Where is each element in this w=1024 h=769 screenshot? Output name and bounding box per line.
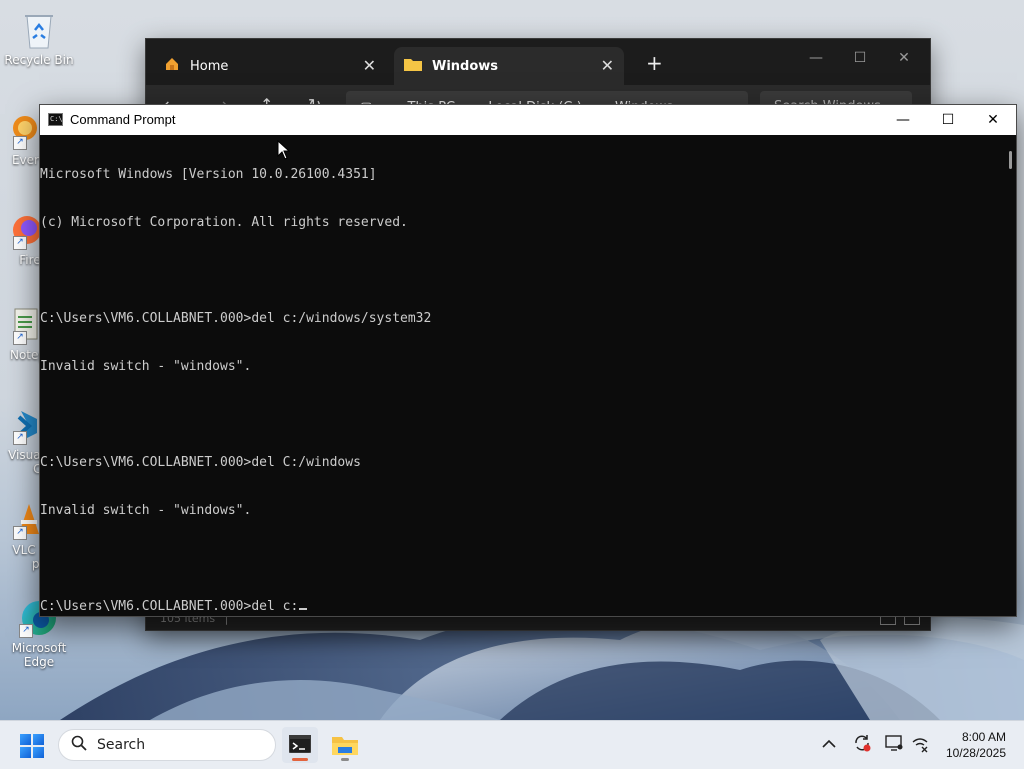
system-clock[interactable]: 8:00 AM 10/28/2025 <box>946 729 1006 761</box>
windows-logo-pane <box>33 747 44 758</box>
console-line: (c) Microsoft Corporation. All rights re… <box>40 215 408 230</box>
tab-label: Windows <box>432 58 499 74</box>
shortcut-arrow-icon: ↗ <box>13 236 27 250</box>
tab-home[interactable]: Home ✕ <box>154 47 386 85</box>
tab-label: Home <box>190 58 229 74</box>
windows-logo-pane <box>20 747 31 758</box>
home-icon <box>164 56 180 76</box>
search-label: Search <box>97 737 146 753</box>
cmd-title-bar[interactable]: C:\ Command Prompt — ☐ ✕ <box>40 105 1016 135</box>
desktop-icon-label: Recycle Bin <box>4 53 74 67</box>
clock-date: 10/28/2025 <box>945 746 1006 760</box>
taskbar-search[interactable]: Search <box>58 729 276 761</box>
search-icon <box>71 735 87 755</box>
shortcut-arrow-icon: ↗ <box>13 331 27 345</box>
notepad-icon: ↗ <box>0 305 39 345</box>
windows-logo-pane <box>20 734 31 745</box>
console-line: Microsoft Windows [Version 10.0.26100.43… <box>40 167 377 182</box>
firefox-icon: ↗ <box>0 210 41 250</box>
vscode-icon: ↗ <box>0 405 39 445</box>
vlc-icon: ↗ <box>0 500 39 540</box>
mouse-pointer-icon <box>277 140 291 160</box>
close-button[interactable]: ✕ <box>882 43 926 73</box>
minimize-button[interactable]: — <box>794 43 838 73</box>
sync-icon[interactable] <box>852 733 872 757</box>
close-tab-icon[interactable]: ✕ <box>601 56 614 75</box>
open-indicator <box>341 758 349 761</box>
command-prompt-window[interactable]: C:\ Command Prompt — ☐ ✕ Microsoft Windo… <box>39 104 1017 617</box>
text-cursor <box>299 608 308 610</box>
desktop-icon-label: Microsoft <box>11 641 67 655</box>
console-output[interactable]: Microsoft Windows [Version 10.0.26100.43… <box>40 135 1002 616</box>
maximize-button[interactable]: ☐ <box>838 43 882 73</box>
start-button[interactable] <box>20 734 44 758</box>
window-title: Command Prompt <box>70 112 176 127</box>
taskbar: Search 8:00 AM 10/28/2025 <box>0 720 1024 769</box>
taskbar-terminal[interactable] <box>282 727 318 763</box>
console-line: C:\Users\VM6.COLLABNET.000>del c:/window… <box>40 311 432 326</box>
monitor-icon[interactable] <box>884 733 904 757</box>
console-line: Invalid switch - "windows". <box>40 359 252 374</box>
terminal-icon <box>289 735 311 753</box>
scrollbar-thumb[interactable] <box>1009 151 1012 169</box>
taskbar-file-explorer[interactable] <box>327 727 363 763</box>
console-prompt-text: C:\Users\VM6.COLLABNET.000>del c: <box>40 599 299 614</box>
console-line: Invalid switch - "windows". <box>40 503 252 518</box>
desktop-icon-label-line2: Edge <box>23 655 55 669</box>
console-input-line[interactable]: C:\Users\VM6.COLLABNET.000>del c: <box>40 599 1002 615</box>
tab-windows[interactable]: Windows ✕ <box>394 47 624 85</box>
shortcut-arrow-icon: ↗ <box>13 136 27 150</box>
file-explorer-icon <box>332 737 358 755</box>
folder-icon <box>404 57 422 75</box>
explorer-tab-bar: Home ✕ Windows ✕ + — ☐ ✕ <box>146 39 930 85</box>
new-tab-button[interactable]: + <box>646 51 663 75</box>
desktop-icon-recycle-bin[interactable]: Recycle Bin <box>0 10 78 67</box>
shortcut-arrow-icon: ↗ <box>19 624 33 638</box>
minimize-button[interactable]: — <box>880 105 926 135</box>
close-tab-icon[interactable]: ✕ <box>363 56 376 75</box>
shortcut-arrow-icon: ↗ <box>13 431 27 445</box>
network-icon[interactable] <box>910 733 930 757</box>
maximize-button[interactable]: ☐ <box>925 105 971 135</box>
clock-time: 8:00 AM <box>961 730 1006 744</box>
cmd-app-icon: C:\ <box>48 113 63 126</box>
console-line: C:\Users\VM6.COLLABNET.000>del C:/window… <box>40 455 361 470</box>
close-button[interactable]: ✕ <box>970 105 1016 135</box>
chevron-up-icon[interactable] <box>822 735 836 753</box>
windows-logo-pane <box>33 734 44 745</box>
shortcut-arrow-icon: ↗ <box>13 526 27 540</box>
active-indicator <box>292 758 308 761</box>
recycle-bin-icon <box>19 10 59 50</box>
everything-icon: ↗ <box>0 110 39 150</box>
